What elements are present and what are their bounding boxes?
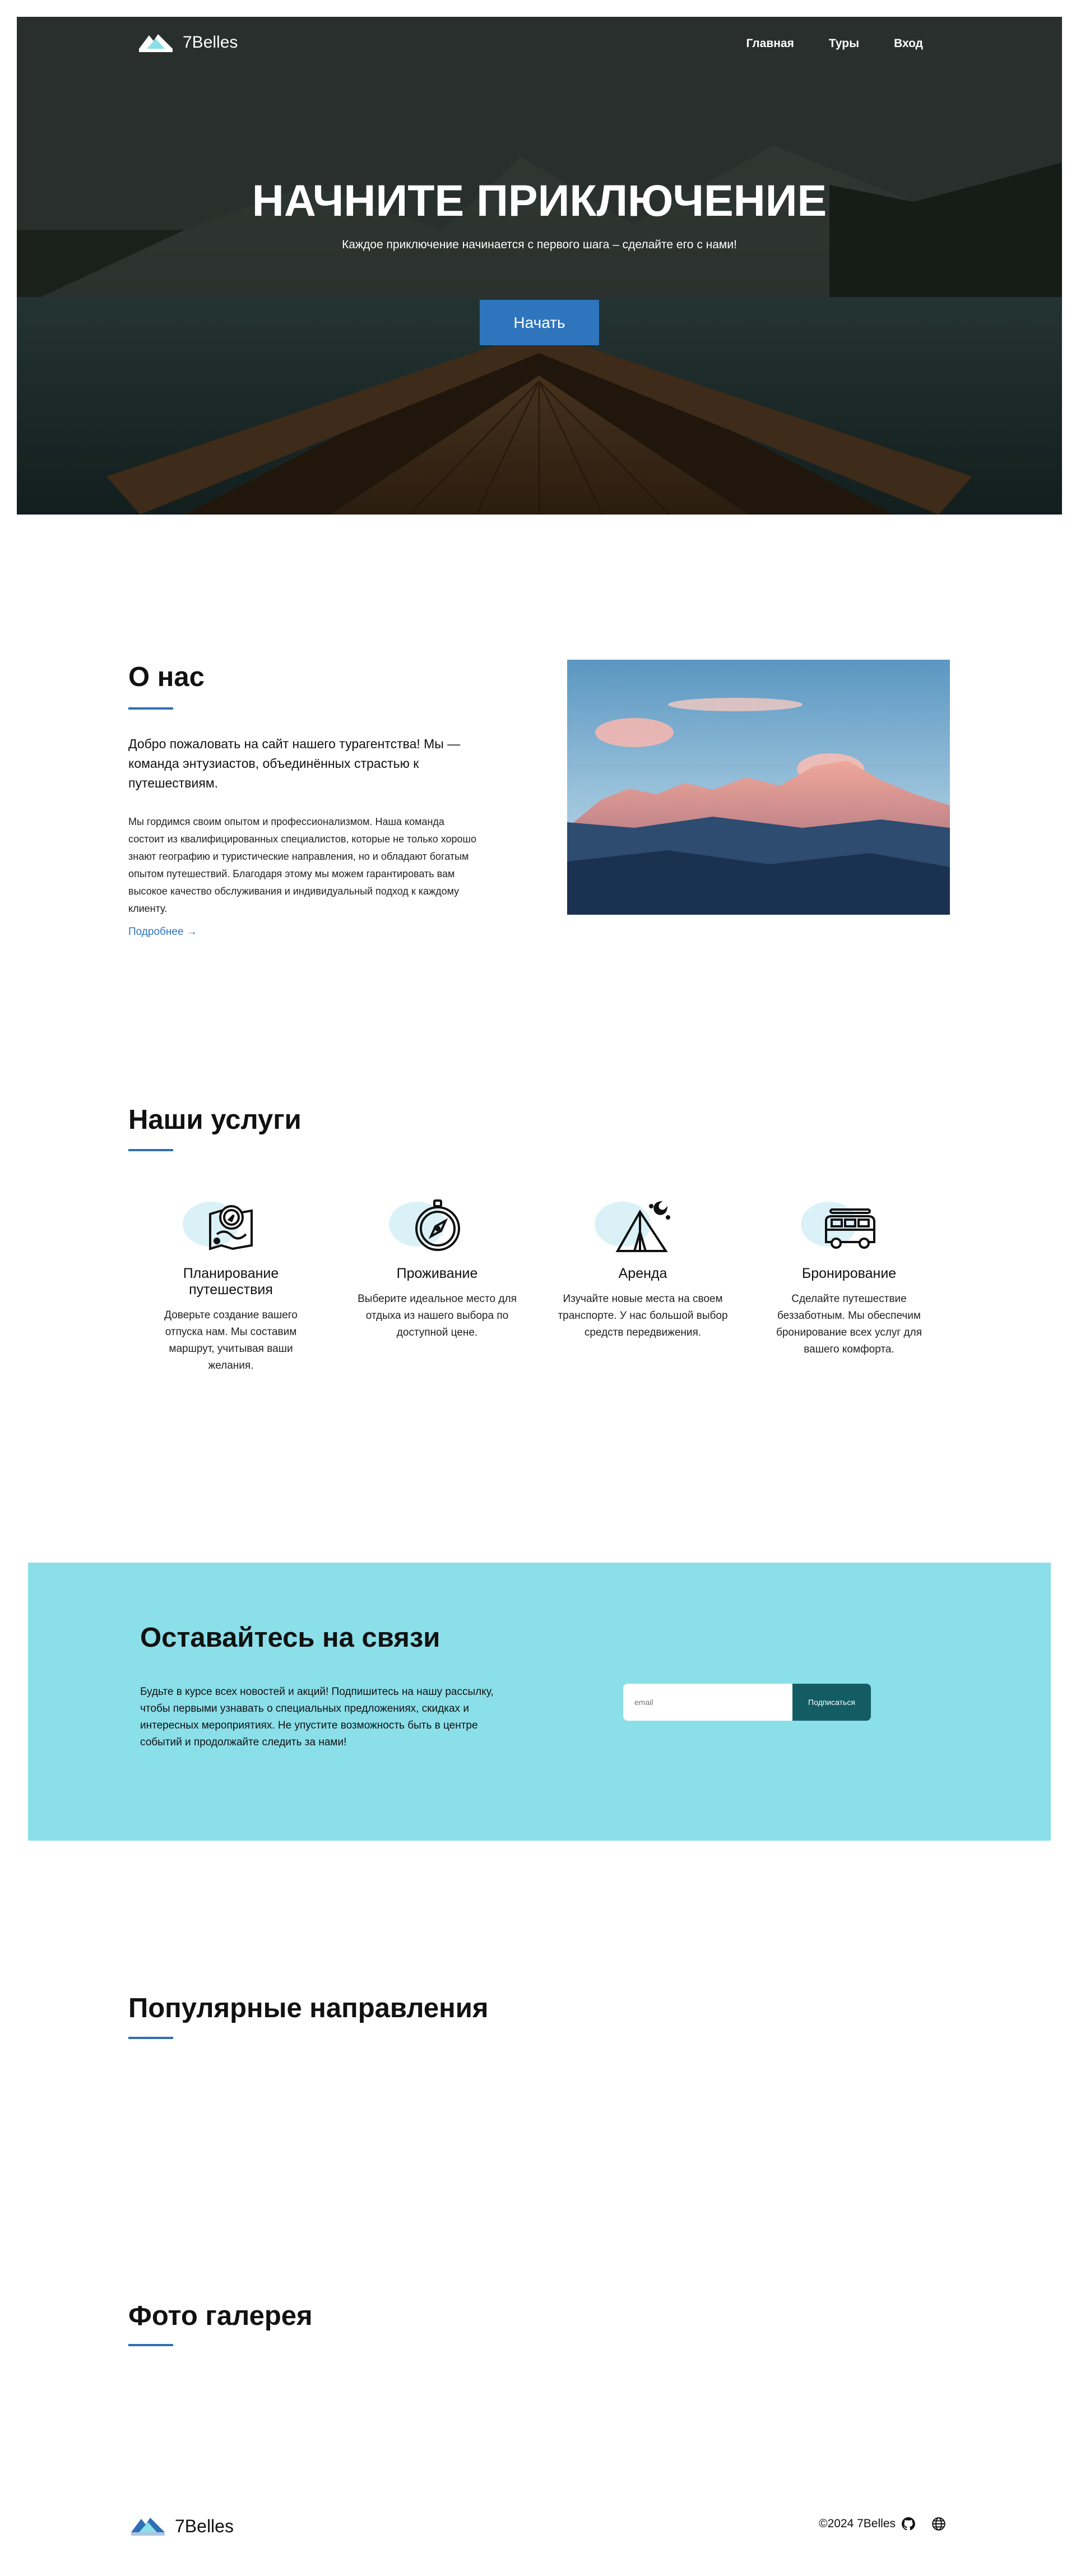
main-nav: Главная Туры Вход: [746, 37, 923, 50]
github-icon[interactable]: [901, 2517, 916, 2531]
newsletter-form: Подписаться: [623, 1684, 871, 1721]
service-card-booking[interactable]: Бронирование Сделайте путешествие беззаб…: [759, 1193, 939, 1358]
mountain-logo-icon: [131, 2518, 165, 2536]
destinations-title-underline: [128, 2037, 173, 2039]
footer-brand-name: 7Belles: [175, 2515, 234, 2536]
about-mountain-image: [567, 660, 950, 915]
email-input[interactable]: [623, 1684, 792, 1721]
gallery-title-underline: [128, 2344, 173, 2346]
service-description: Выберите идеальное место для отдыха из н…: [358, 1293, 517, 1338]
brand-name: 7Belles: [183, 33, 238, 52]
subscribe-button[interactable]: Подписаться: [792, 1684, 871, 1721]
hero-subtitle: Каждое приключение начинается с первого …: [342, 238, 737, 251]
globe-icon[interactable]: [931, 2517, 946, 2531]
service-name: Планирование путешествия: [183, 1266, 279, 1298]
hero-title: НАЧНИТЕ ПРИКЛЮЧЕНИЕ: [252, 175, 827, 225]
about-more-link[interactable]: Подробнее →: [128, 926, 197, 938]
service-description: Доверьте создание вашего отпуска нам. Мы…: [164, 1309, 298, 1372]
service-card-accommodation[interactable]: Проживание Выберите идеальное место для …: [347, 1193, 527, 1341]
service-name: Аренда: [618, 1266, 667, 1281]
nav-link-tours[interactable]: Туры: [829, 37, 859, 50]
footer-logo[interactable]: 7Belles: [131, 2515, 234, 2537]
about-title-underline: [128, 707, 173, 710]
tent-icon: [615, 1201, 670, 1252]
services-title: Наши услуги: [128, 1105, 302, 1135]
nav-link-home[interactable]: Главная: [746, 37, 794, 50]
footer-meta: ©2024 7Belles: [819, 2517, 946, 2531]
compass-icon: [415, 1199, 460, 1251]
mountain-logo-icon: [139, 34, 173, 52]
service-card-rental[interactable]: Аренда Изучайте новые места на своем тра…: [553, 1193, 732, 1341]
about-title: О нас: [128, 662, 205, 692]
hero-section: 7Belles Главная Туры Вход НАЧНИТЕ ПРИКЛЮ…: [17, 17, 1062, 515]
newsletter-section: Оставайтесь на связи Будьте в курсе всех…: [28, 1563, 1051, 1841]
newsletter-text: Будьте в курсе всех новостей и акций! По…: [140, 1686, 494, 1748]
hero-overlay: [17, 17, 1062, 515]
newsletter-title: Оставайтесь на связи: [140, 1623, 440, 1653]
van-icon: [825, 1208, 875, 1249]
about-body: Мы гордимся своим опытом и профессионали…: [128, 816, 476, 914]
destinations-title: Популярные направления: [128, 1993, 489, 2023]
nav-logo[interactable]: 7Belles: [139, 32, 238, 53]
nav-link-login[interactable]: Вход: [894, 37, 923, 50]
service-name: Проживание: [396, 1266, 478, 1281]
service-card-planning[interactable]: Планирование путешествия Доверьте создан…: [141, 1193, 321, 1374]
start-button[interactable]: Начать: [480, 300, 599, 345]
copyright-text: ©2024 7Belles: [819, 2517, 896, 2530]
service-description: Изучайте новые места на своем транспорте…: [558, 1293, 728, 1338]
gallery-title: Фото галерея: [128, 2301, 313, 2331]
about-lead: Добро пожаловать на сайт нашего турагент…: [128, 736, 461, 790]
map-compass-icon: [209, 1205, 253, 1250]
service-description: Сделайте путешествие беззаботным. Мы обе…: [776, 1293, 922, 1355]
service-name: Бронирование: [801, 1266, 897, 1281]
services-title-underline: [128, 1149, 173, 1151]
